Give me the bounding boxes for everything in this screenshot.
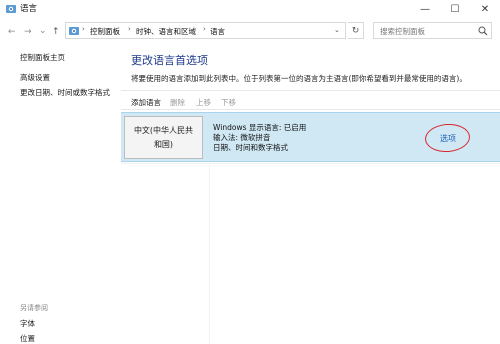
page-description: 将要使用的语言添加到此列表中。位于列表第一位的语言为主语言(即你希望看到并最常使…	[131, 74, 467, 83]
display-language-status: Windows 显示语言: 已启用	[213, 123, 307, 132]
page-title: 更改语言首选项	[131, 54, 208, 67]
move-down-button[interactable]: 下移	[221, 97, 236, 108]
breadcrumb-separator: ›	[128, 25, 131, 33]
remove-button[interactable]: 删除	[170, 97, 185, 108]
control-panel-icon	[6, 5, 16, 13]
date-time-number-format: 日期、时间和数字格式	[213, 143, 288, 152]
divider	[209, 164, 210, 344]
add-language-button[interactable]: 添加语言	[131, 97, 161, 108]
language-details: Windows 显示语言: 已启用 输入法: 微软拼音 日期、时间和数字格式	[213, 123, 306, 153]
close-button[interactable]: ✕	[470, 0, 500, 18]
window-title: 语言	[20, 4, 38, 14]
see-also-location[interactable]: 位置	[20, 333, 35, 344]
language-tile[interactable]: 中文(中华人民共和国)	[124, 116, 203, 159]
see-also-heading: 另请参阅	[20, 304, 48, 312]
control-panel-icon	[69, 27, 79, 35]
language-list-item[interactable]: 中文(中华人民共和国) Windows 显示语言: 已启用 输入法: 微软拼音 …	[121, 112, 500, 162]
refresh-button[interactable]: ↻	[348, 22, 364, 39]
breadcrumb-language[interactable]: 语言	[210, 26, 225, 37]
divider	[121, 109, 500, 110]
search-placeholder: 搜索控制面板	[380, 27, 425, 36]
see-also-fonts[interactable]: 字体	[20, 318, 35, 329]
sidebar-home-link[interactable]: 控制面板主页	[20, 52, 65, 63]
divider	[121, 163, 500, 164]
breadcrumb-control-panel[interactable]: 控制面板	[90, 26, 120, 37]
title-bar: 语言 — ☐ ✕	[0, 0, 500, 18]
chevron-down-icon[interactable]: ⌄	[334, 26, 340, 34]
minimize-button[interactable]: —	[410, 0, 440, 18]
breadcrumb-separator: ›	[82, 25, 85, 33]
divider	[121, 90, 500, 91]
sidebar-change-date-time-format[interactable]: 更改日期、时间或数字格式	[20, 87, 110, 98]
maximize-button[interactable]: ☐	[440, 0, 470, 18]
input-method: 输入法: 微软拼音	[213, 133, 271, 142]
move-up-button[interactable]: 上移	[196, 97, 211, 108]
annotation-circle	[424, 122, 471, 154]
sidebar-advanced-settings[interactable]: 高级设置	[20, 72, 50, 83]
refresh-icon: ↻	[351, 25, 360, 36]
breadcrumb-separator: ›	[203, 25, 206, 33]
breadcrumb-clock-language-region[interactable]: 时钟、语言和区域	[136, 26, 196, 37]
language-name: 中文(中华人民共和国)	[133, 125, 194, 149]
search-icon[interactable]	[478, 26, 488, 36]
up-button[interactable]: ↑	[52, 26, 60, 38]
recent-locations-button[interactable]: ⌄	[39, 25, 47, 37]
address-bar[interactable]: › 控制面板 › 时钟、语言和区域 › 语言 ⌄	[65, 22, 346, 39]
forward-button[interactable]: →	[24, 26, 32, 38]
search-input[interactable]: 搜索控制面板	[373, 22, 492, 39]
back-button[interactable]: ←	[8, 26, 16, 38]
